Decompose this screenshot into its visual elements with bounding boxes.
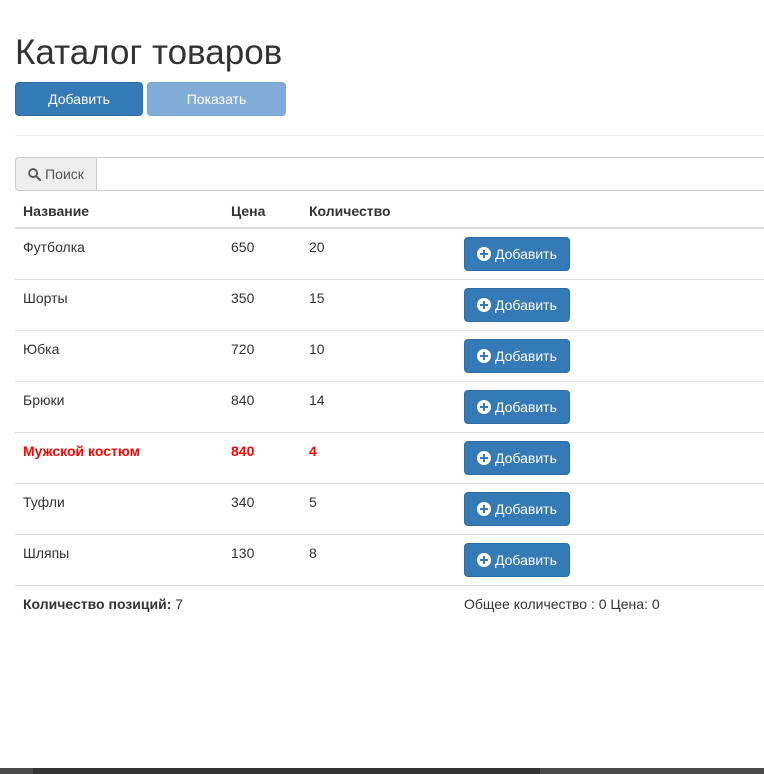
product-name-cell: Мужской костюм <box>15 432 223 484</box>
table-row: Футболка 650 20 Добавить <box>15 227 764 280</box>
positions-label: Количество позиций: <box>23 596 172 612</box>
plus-circle-icon <box>477 298 491 312</box>
product-quantity-cell: 10 <box>301 330 456 382</box>
total-summary: Общее количество : 0 Цена: 0 <box>456 585 764 622</box>
page-title: Каталог товаров <box>15 33 283 72</box>
product-action-cell: Добавить <box>456 534 764 586</box>
plus-circle-icon <box>477 247 491 261</box>
column-header-price: Цена <box>223 192 301 229</box>
add-to-cart-button[interactable]: Добавить <box>464 543 570 577</box>
add-to-cart-label: Добавить <box>495 297 557 313</box>
product-action-cell: Добавить <box>456 279 764 331</box>
add-to-cart-label: Добавить <box>495 399 557 415</box>
product-quantity-cell: 4 <box>301 432 456 484</box>
add-to-cart-button[interactable]: Добавить <box>464 441 570 475</box>
plus-circle-icon <box>477 502 491 516</box>
add-to-cart-label: Добавить <box>495 501 557 517</box>
add-product-button[interactable]: Добавить товар <box>15 82 143 139</box>
table-row: Шорты 350 15 Добавить <box>15 279 764 331</box>
table-footer-row: Количество позиций: 7 Общее количество :… <box>15 585 764 622</box>
bottom-scrollbar <box>0 768 764 774</box>
column-header-quantity: Количество <box>301 192 456 229</box>
plus-circle-icon <box>477 451 491 465</box>
product-action-cell: Добавить <box>456 483 764 535</box>
product-name-cell: Шляпы <box>15 534 223 586</box>
product-name-cell: Брюки <box>15 381 223 433</box>
divider <box>15 135 764 136</box>
product-quantity-cell: 8 <box>301 534 456 586</box>
plus-circle-icon <box>477 553 491 567</box>
add-to-cart-label: Добавить <box>495 246 557 262</box>
product-name-cell: Туфли <box>15 483 223 535</box>
search-input[interactable] <box>97 157 764 191</box>
search-addon: Поиск <box>15 157 97 191</box>
product-action-cell: Добавить <box>456 381 764 433</box>
product-price-cell: 130 <box>223 534 301 586</box>
product-price-cell: 650 <box>223 227 301 280</box>
add-to-cart-button[interactable]: Добавить <box>464 390 570 424</box>
positions-summary: Количество позиций: 7 <box>15 585 456 622</box>
add-to-cart-button[interactable]: Добавить <box>464 288 570 322</box>
show-cart-button[interactable]: Показать корзину <box>147 82 286 139</box>
catalog-page: Каталог товаров Добавить товар Показать … <box>0 0 764 774</box>
product-price-cell: 840 <box>223 432 301 484</box>
product-quantity-cell: 15 <box>301 279 456 331</box>
table-row: Шляпы 130 8 Добавить <box>15 534 764 586</box>
search-icon <box>28 167 42 181</box>
search-group: Поиск <box>15 157 764 191</box>
product-action-cell: Добавить <box>456 330 764 382</box>
table-row: Брюки 840 14 Добавить <box>15 381 764 433</box>
product-price-cell: 720 <box>223 330 301 382</box>
add-to-cart-button[interactable]: Добавить <box>464 339 570 373</box>
table-row: Туфли 340 5 Добавить <box>15 483 764 535</box>
scrollbar-segment <box>540 768 764 774</box>
product-name-cell: Юбка <box>15 330 223 382</box>
product-quantity-cell: 14 <box>301 381 456 433</box>
product-quantity-cell: 5 <box>301 483 456 535</box>
product-action-cell: Добавить <box>456 227 764 280</box>
add-to-cart-button[interactable]: Добавить <box>464 237 570 271</box>
product-action-cell: Добавить <box>456 432 764 484</box>
table-row: Мужской костюм 840 4 Добавить <box>15 432 764 484</box>
product-quantity-cell: 20 <box>301 227 456 280</box>
add-to-cart-label: Добавить <box>495 552 557 568</box>
column-header-actions <box>456 192 764 229</box>
add-to-cart-label: Добавить <box>495 348 557 364</box>
search-addon-label: Поиск <box>45 166 84 182</box>
product-price-cell: 350 <box>223 279 301 331</box>
product-name-cell: Футболка <box>15 227 223 280</box>
add-to-cart-button[interactable]: Добавить <box>464 492 570 526</box>
plus-circle-icon <box>477 349 491 363</box>
products-table: Название Цена Количество Футболка 650 20 До… <box>15 192 764 622</box>
scrollbar-segment <box>0 768 33 774</box>
product-price-cell: 840 <box>223 381 301 433</box>
table-row: Юбка 720 10 Добавить <box>15 330 764 382</box>
plus-circle-icon <box>477 400 491 414</box>
product-name-cell: Шорты <box>15 279 223 331</box>
add-to-cart-label: Добавить <box>495 450 557 466</box>
positions-count: 7 <box>175 596 184 612</box>
table-header-row: Название Цена Количество <box>15 192 764 229</box>
column-header-name: Название <box>15 192 223 229</box>
product-price-cell: 340 <box>223 483 301 535</box>
